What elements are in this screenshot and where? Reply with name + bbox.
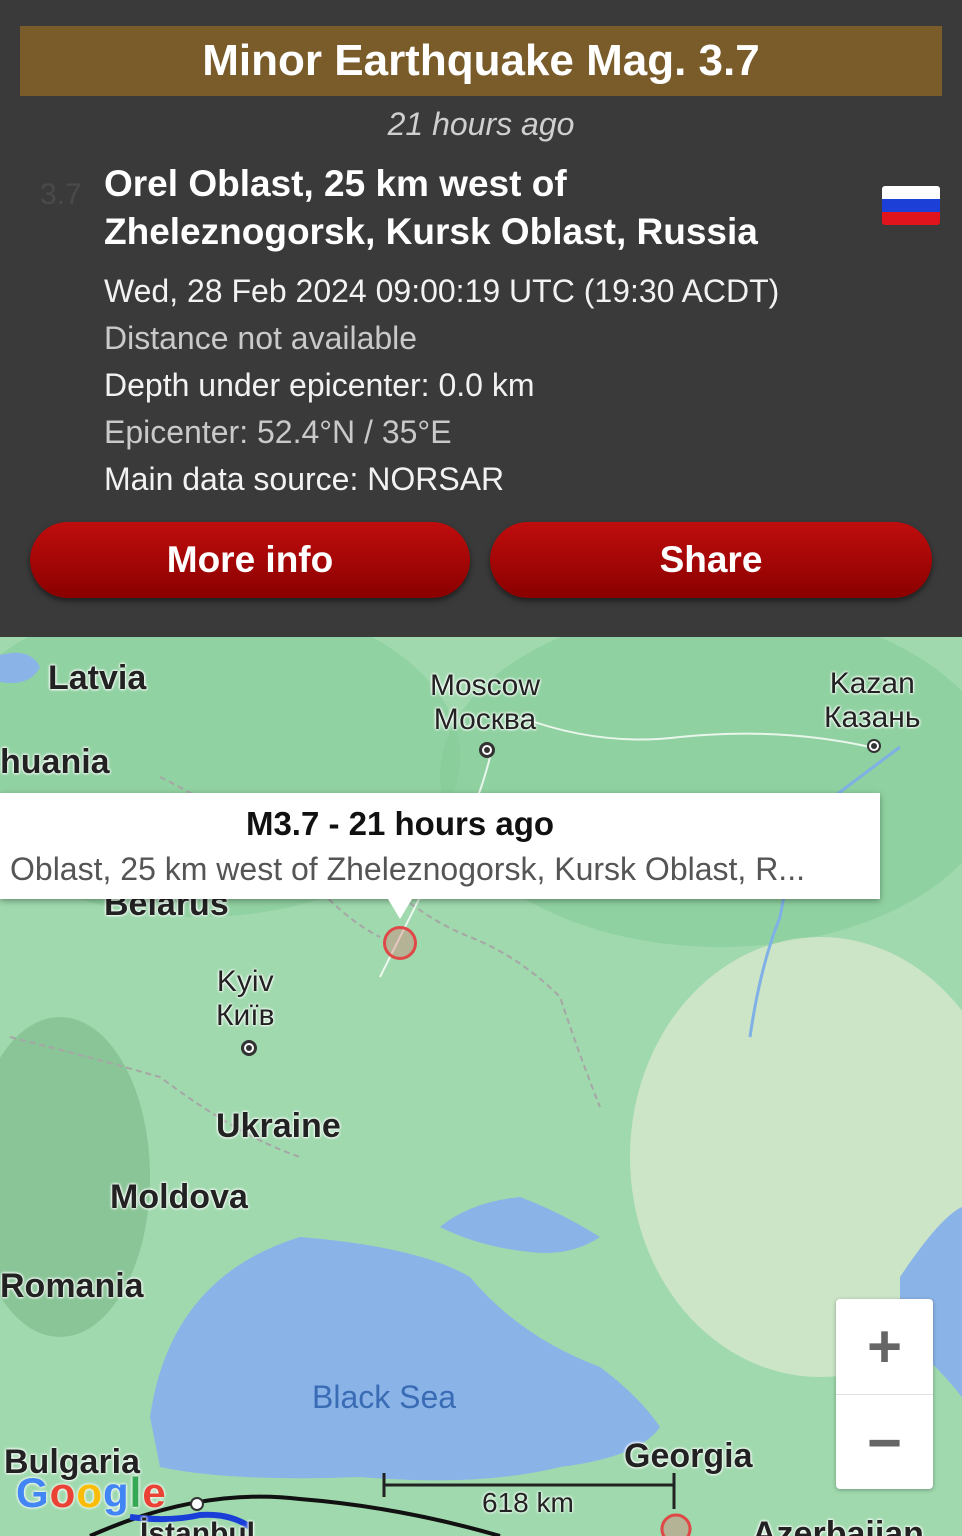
datetime-text: Wed, 28 Feb 2024 09:00:19 UTC (19:30 ACD… (104, 273, 780, 309)
map-terrain (0, 637, 962, 1536)
quake-info-popup[interactable]: M3.7 - 21 hours ago Oblast, 25 km west o… (0, 793, 880, 899)
zoom-in-button[interactable]: + (836, 1299, 933, 1394)
scale-label: 618 km (482, 1487, 574, 1518)
zoom-out-button[interactable]: − (836, 1394, 933, 1489)
flag-stripe-red (882, 212, 940, 225)
label-kyiv-uk: Київ (216, 999, 275, 1032)
google-logo: Google (16, 1469, 167, 1517)
page-title: Minor Earthquake Mag. 3.7 (202, 36, 760, 85)
label-kyiv-en: Kyiv (216, 965, 274, 998)
google-logo-text: Google (16, 1469, 167, 1516)
label-moscow-en: Moscow (430, 669, 541, 702)
google-logo-letter: o (49, 1469, 77, 1516)
label-azerbaijan: Azerbaijan (752, 1515, 924, 1536)
kazan-dot-icon (867, 739, 881, 753)
flag-stripe-white (882, 186, 940, 199)
label-moscow: Moscow Москва (430, 669, 540, 737)
label-moscow-ru: Москва (433, 703, 537, 736)
distance-text: Distance not available (104, 320, 418, 356)
russia-flag-icon (882, 186, 940, 225)
more-info-button[interactable]: More info (30, 522, 470, 598)
label-romania: Romania (0, 1267, 144, 1305)
quake-marker[interactable] (383, 926, 417, 960)
magnitude-watermark: 3.7 (40, 178, 82, 211)
label-kazan-en: Kazan (829, 667, 915, 700)
label-kazan: Kazan Казань (824, 667, 920, 735)
label-ukraine: Ukraine (216, 1107, 341, 1145)
google-logo-letter: G (16, 1469, 50, 1516)
label-black-sea: Black Sea (312, 1379, 457, 1415)
kyiv-dot-icon (241, 1040, 257, 1056)
popup-pointer (388, 899, 412, 919)
label-moldova: Moldova (110, 1178, 248, 1216)
share-button[interactable]: Share (490, 522, 932, 598)
quake-details: Wed, 28 Feb 2024 09:00:19 UTC (19:30 ACD… (104, 268, 779, 503)
quake-marker-secondary[interactable] (660, 1513, 692, 1536)
label-lithuania: huania (0, 743, 110, 781)
moscow-dot-icon (479, 742, 495, 758)
google-logo-letter: l (129, 1469, 143, 1516)
label-kyiv: Kyiv Київ (216, 965, 275, 1033)
depth-text: Depth under epicenter: 0.0 km (104, 367, 535, 403)
google-logo-letter: e (142, 1469, 167, 1516)
google-logo-letter: g (102, 1469, 130, 1516)
label-kazan-ru: Казань (824, 701, 921, 734)
epicenter-text: Epicenter: 52.4°N / 35°E (104, 414, 452, 450)
google-logo-letter: o (76, 1469, 103, 1516)
map-view[interactable]: Latvia huania Moscow Москва Kazan Казань… (0, 637, 962, 1536)
title-bar: Minor Earthquake Mag. 3.7 (20, 26, 942, 96)
popup-subtitle: Oblast, 25 km west of Zheleznogorsk, Kur… (10, 851, 805, 887)
popup-title: M3.7 - 21 hours ago (245, 805, 555, 842)
source-text: Main data source: NORSAR (104, 461, 505, 497)
location-title: Orel Oblast, 25 km west of Zheleznogorsk… (104, 163, 758, 252)
label-latvia: Latvia (48, 659, 147, 697)
label-istanbul: İstanbul (140, 1517, 256, 1536)
label-georgia: Georgia (624, 1437, 753, 1475)
flag-stripe-blue (882, 199, 940, 212)
zoom-control: + − (836, 1299, 933, 1489)
quake-info-panel: Minor Earthquake Mag. 3.7 21 hours ago 3… (0, 0, 962, 637)
time-ago: 21 hours ago (387, 106, 575, 142)
earthquake-detail-screen: Minor Earthquake Mag. 3.7 21 hours ago 3… (0, 0, 962, 1536)
